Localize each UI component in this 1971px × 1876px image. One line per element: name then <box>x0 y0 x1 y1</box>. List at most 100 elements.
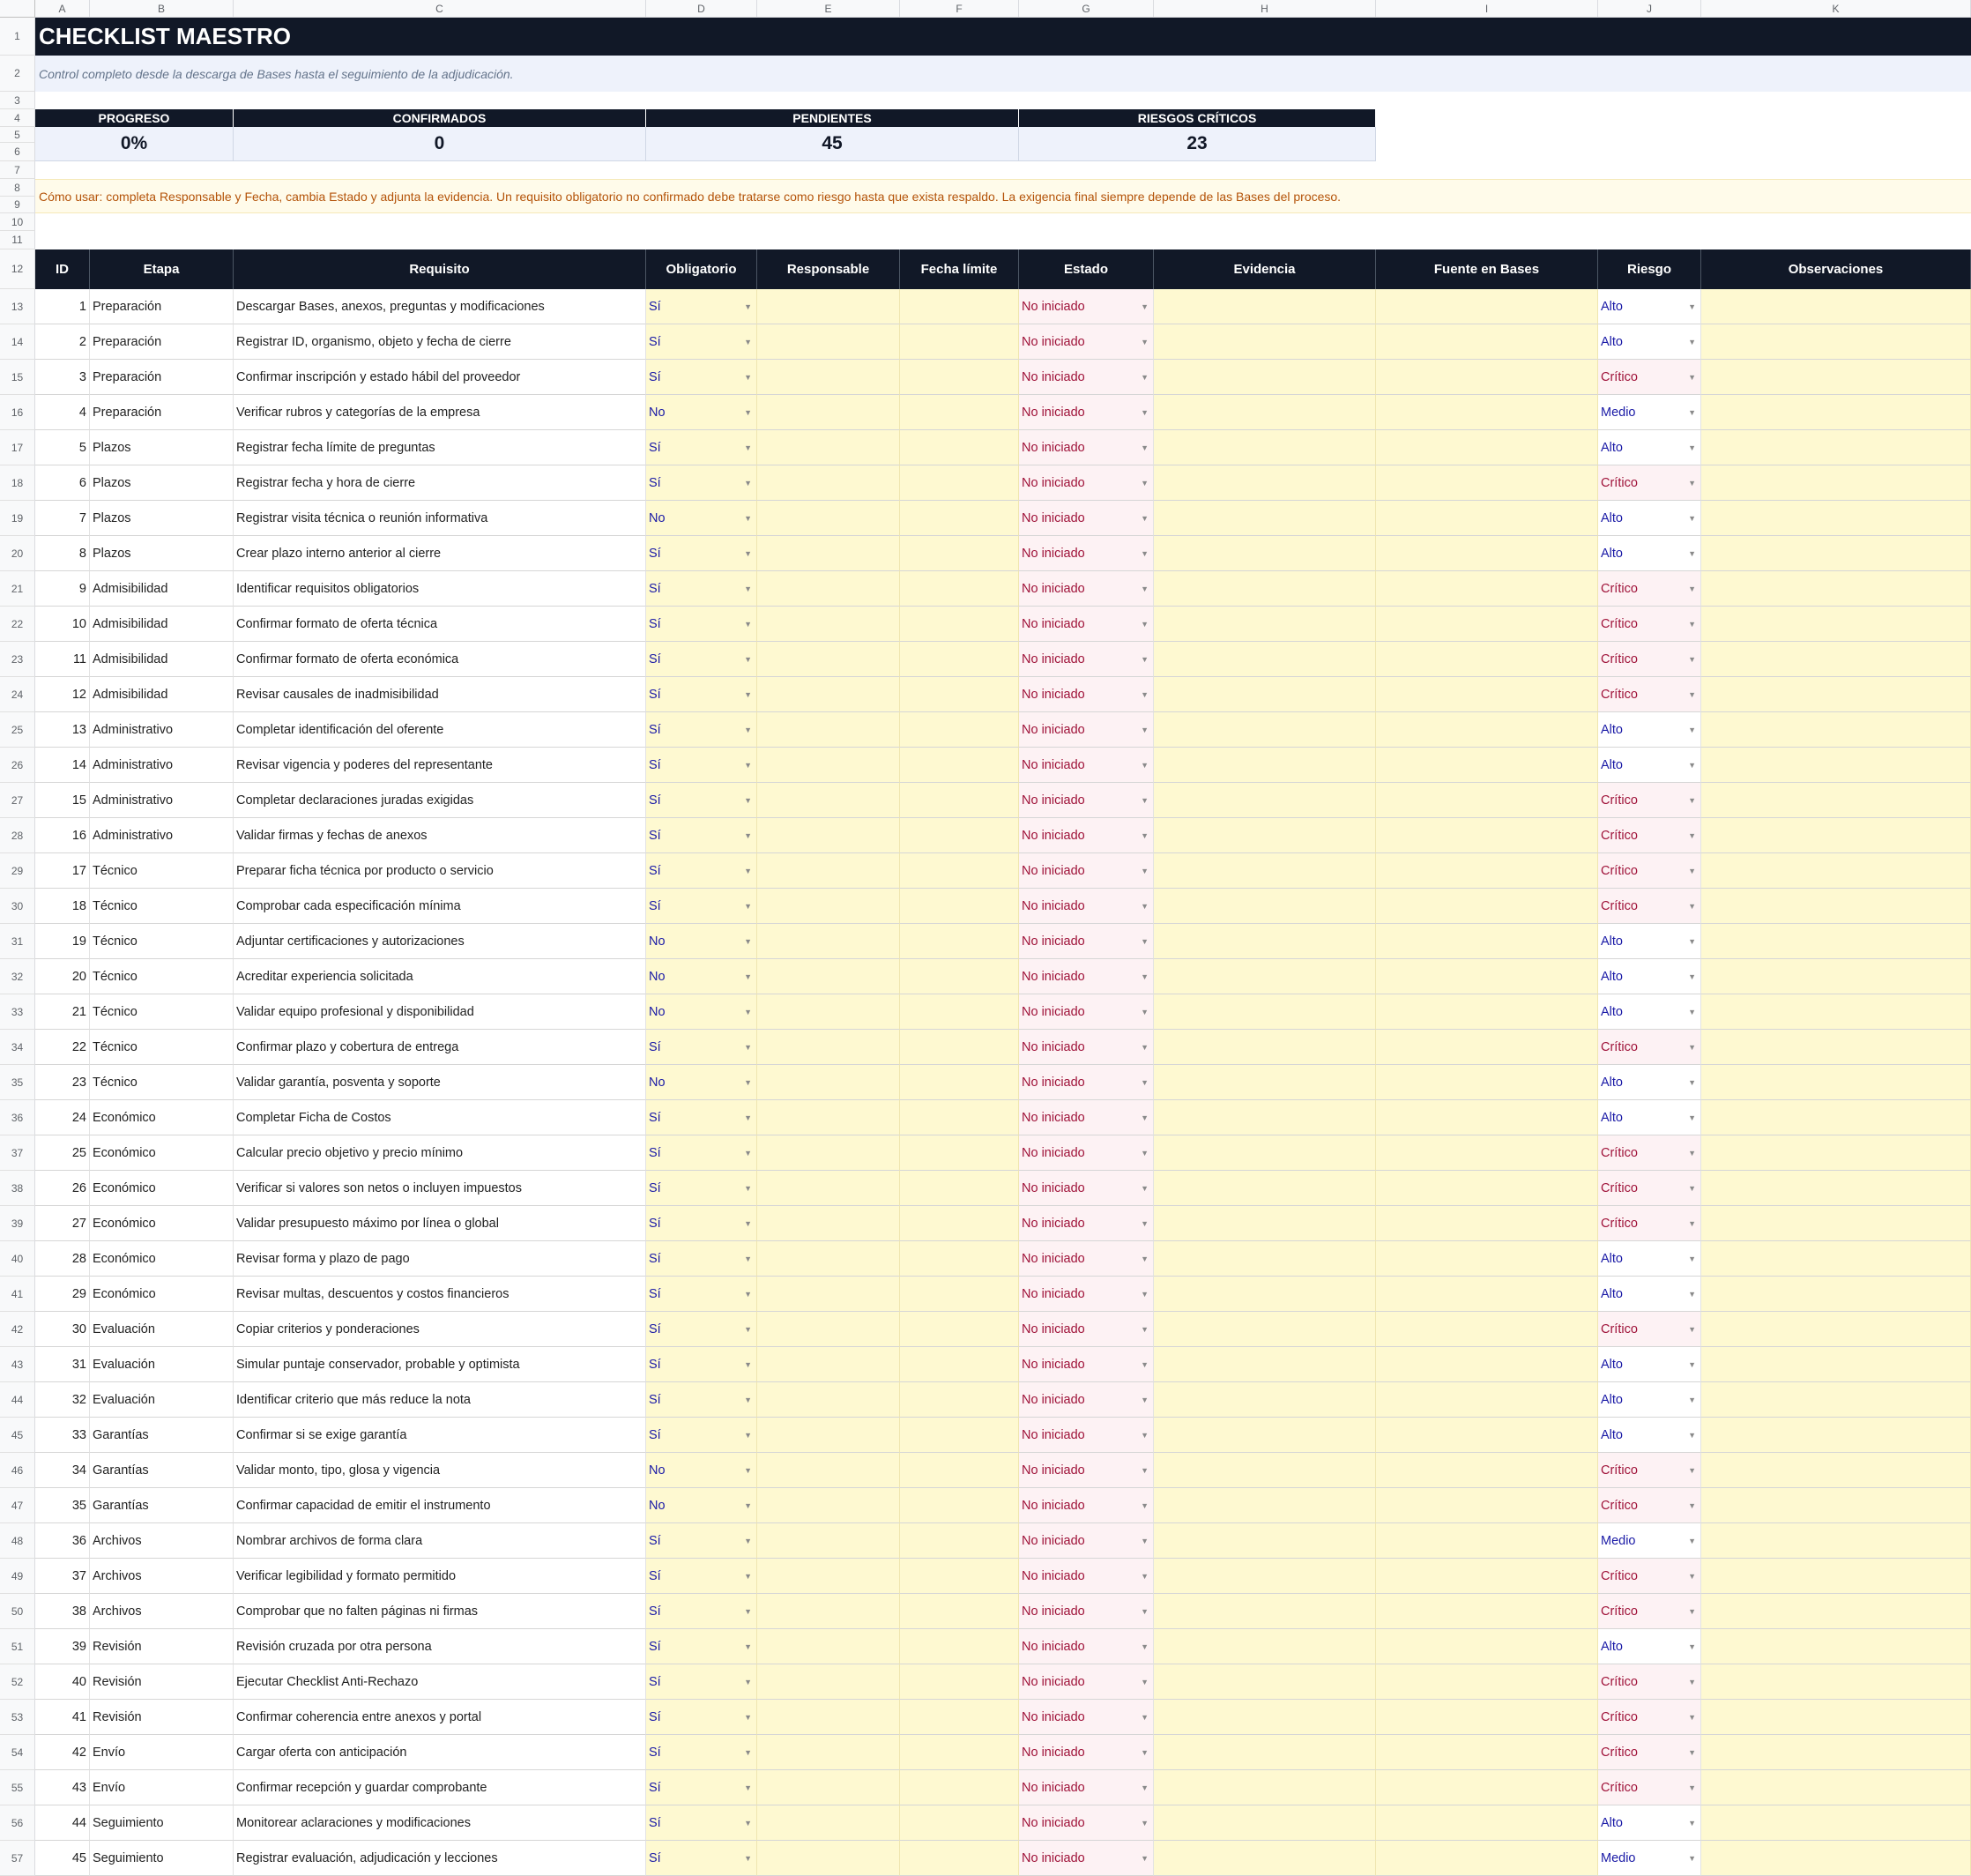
cell-etapa[interactable]: Técnico <box>90 1065 234 1100</box>
cell-requisito[interactable]: Validar presupuesto máximo por línea o g… <box>234 1206 646 1241</box>
cell-etapa[interactable]: Administrativo <box>90 748 234 783</box>
dropdown-arrow-icon[interactable]: ▼ <box>1688 620 1696 629</box>
cell-etapa[interactable]: Archivos <box>90 1559 234 1594</box>
cell-observaciones[interactable] <box>1701 571 1971 607</box>
row-header[interactable]: 21 <box>0 571 35 607</box>
cell-fuente-en-bases[interactable] <box>1376 642 1598 677</box>
dropdown-arrow-icon[interactable]: ▼ <box>1688 1008 1696 1016</box>
cell-observaciones[interactable] <box>1701 395 1971 430</box>
dropdown-arrow-icon[interactable]: ▼ <box>1141 1572 1149 1581</box>
cell-evidencia[interactable] <box>1154 1382 1376 1418</box>
dropdown-arrow-icon[interactable]: ▼ <box>744 1713 752 1722</box>
dropdown-riesgo[interactable]: Crítico ▼ <box>1598 607 1701 642</box>
dropdown-arrow-icon[interactable]: ▼ <box>744 338 752 346</box>
column-header-b[interactable]: B <box>90 0 234 18</box>
cell-fuente-en-bases[interactable] <box>1376 712 1598 748</box>
dropdown-riesgo[interactable]: Crítico ▼ <box>1598 1171 1701 1206</box>
dropdown-arrow-icon[interactable]: ▼ <box>744 1642 752 1651</box>
column-header-i[interactable]: I <box>1376 0 1598 18</box>
column-header-k[interactable]: K <box>1701 0 1971 18</box>
cell-fecha-limite[interactable] <box>900 1418 1019 1453</box>
cell-observaciones[interactable] <box>1701 924 1971 959</box>
row-header[interactable]: 54 <box>0 1735 35 1770</box>
dropdown-arrow-icon[interactable]: ▼ <box>1141 796 1149 805</box>
dropdown-riesgo[interactable]: Crítico ▼ <box>1598 818 1701 853</box>
cell-evidencia[interactable] <box>1154 889 1376 924</box>
dropdown-arrow-icon[interactable]: ▼ <box>1688 1501 1696 1510</box>
cell-fecha-limite[interactable] <box>900 994 1019 1030</box>
cell-fuente-en-bases[interactable] <box>1376 1629 1598 1664</box>
dropdown-estado[interactable]: No iniciado ▼ <box>1019 1241 1154 1277</box>
cell-fuente-en-bases[interactable] <box>1376 1664 1598 1700</box>
dropdown-estado[interactable]: No iniciado ▼ <box>1019 1065 1154 1100</box>
cell-etapa[interactable]: Técnico <box>90 889 234 924</box>
dropdown-arrow-icon[interactable]: ▼ <box>1688 1713 1696 1722</box>
dropdown-arrow-icon[interactable]: ▼ <box>1688 902 1696 911</box>
cell-observaciones[interactable] <box>1701 465 1971 501</box>
cell-responsable[interactable] <box>757 1735 900 1770</box>
dropdown-arrow-icon[interactable]: ▼ <box>744 443 752 452</box>
row-header[interactable]: 12 <box>0 249 35 289</box>
cell-fuente-en-bases[interactable] <box>1376 1312 1598 1347</box>
dropdown-arrow-icon[interactable]: ▼ <box>1141 1325 1149 1334</box>
cell-responsable[interactable] <box>757 1453 900 1488</box>
cell-fecha-limite[interactable] <box>900 1841 1019 1876</box>
dropdown-arrow-icon[interactable]: ▼ <box>1141 443 1149 452</box>
row-header[interactable]: 41 <box>0 1277 35 1312</box>
table-header-estado[interactable]: Estado <box>1019 249 1154 289</box>
dropdown-arrow-icon[interactable]: ▼ <box>1141 1537 1149 1545</box>
dropdown-arrow-icon[interactable]: ▼ <box>1688 1607 1696 1616</box>
dropdown-riesgo[interactable]: Alto ▼ <box>1598 1382 1701 1418</box>
dropdown-arrow-icon[interactable]: ▼ <box>1141 1783 1149 1792</box>
cell-evidencia[interactable] <box>1154 395 1376 430</box>
dropdown-arrow-icon[interactable]: ▼ <box>1141 972 1149 981</box>
dropdown-arrow-icon[interactable]: ▼ <box>1141 408 1149 417</box>
cell-fuente-en-bases[interactable] <box>1376 1065 1598 1100</box>
dropdown-arrow-icon[interactable]: ▼ <box>1141 1043 1149 1052</box>
cell-id[interactable]: 26 <box>35 1171 90 1206</box>
cell-fecha-limite[interactable] <box>900 501 1019 536</box>
cell-requisito[interactable]: Registrar evaluación, adjudicación y lec… <box>234 1841 646 1876</box>
cell-observaciones[interactable] <box>1701 1805 1971 1841</box>
dropdown-riesgo[interactable]: Alto ▼ <box>1598 1629 1701 1664</box>
row-header[interactable]: 32 <box>0 959 35 994</box>
dropdown-riesgo[interactable]: Alto ▼ <box>1598 536 1701 571</box>
dropdown-obligatorio[interactable]: No ▼ <box>646 994 757 1030</box>
dropdown-arrow-icon[interactable]: ▼ <box>1688 1113 1696 1122</box>
dropdown-arrow-icon[interactable]: ▼ <box>1688 1678 1696 1686</box>
dropdown-obligatorio[interactable]: Sí ▼ <box>646 818 757 853</box>
row-header[interactable]: 4 <box>0 109 35 127</box>
dropdown-riesgo[interactable]: Alto ▼ <box>1598 1277 1701 1312</box>
cell-observaciones[interactable] <box>1701 783 1971 818</box>
cell-responsable[interactable] <box>757 1100 900 1135</box>
cell-evidencia[interactable] <box>1154 1841 1376 1876</box>
cell-fuente-en-bases[interactable] <box>1376 1453 1598 1488</box>
dropdown-obligatorio[interactable]: Sí ▼ <box>646 1241 757 1277</box>
row-header[interactable]: 42 <box>0 1312 35 1347</box>
dropdown-obligatorio[interactable]: Sí ▼ <box>646 889 757 924</box>
dropdown-estado[interactable]: No iniciado ▼ <box>1019 1629 1154 1664</box>
dropdown-arrow-icon[interactable]: ▼ <box>744 549 752 558</box>
table-header-responsable[interactable]: Responsable <box>757 249 900 289</box>
dropdown-arrow-icon[interactable]: ▼ <box>1141 620 1149 629</box>
cell-fecha-limite[interactable] <box>900 1805 1019 1841</box>
cell-evidencia[interactable] <box>1154 1523 1376 1559</box>
cell-evidencia[interactable] <box>1154 783 1376 818</box>
cell-id[interactable]: 44 <box>35 1805 90 1841</box>
dropdown-riesgo[interactable]: Alto ▼ <box>1598 1100 1701 1135</box>
cell-etapa[interactable]: Garantías <box>90 1488 234 1523</box>
cell-id[interactable]: 9 <box>35 571 90 607</box>
dropdown-riesgo[interactable]: Crítico ▼ <box>1598 1700 1701 1735</box>
cell-evidencia[interactable] <box>1154 1559 1376 1594</box>
cell-etapa[interactable]: Archivos <box>90 1523 234 1559</box>
dropdown-riesgo[interactable]: Alto ▼ <box>1598 1241 1701 1277</box>
dropdown-estado[interactable]: No iniciado ▼ <box>1019 1770 1154 1805</box>
table-header-etapa[interactable]: Etapa <box>90 249 234 289</box>
cell-id[interactable]: 33 <box>35 1418 90 1453</box>
cell-requisito[interactable]: Completar declaraciones juradas exigidas <box>234 783 646 818</box>
cell-responsable[interactable] <box>757 395 900 430</box>
dropdown-arrow-icon[interactable]: ▼ <box>1141 761 1149 770</box>
dropdown-riesgo[interactable]: Crítico ▼ <box>1598 1312 1701 1347</box>
cell-requisito[interactable]: Validar garantía, posventa y soporte <box>234 1065 646 1100</box>
cell-evidencia[interactable] <box>1154 818 1376 853</box>
